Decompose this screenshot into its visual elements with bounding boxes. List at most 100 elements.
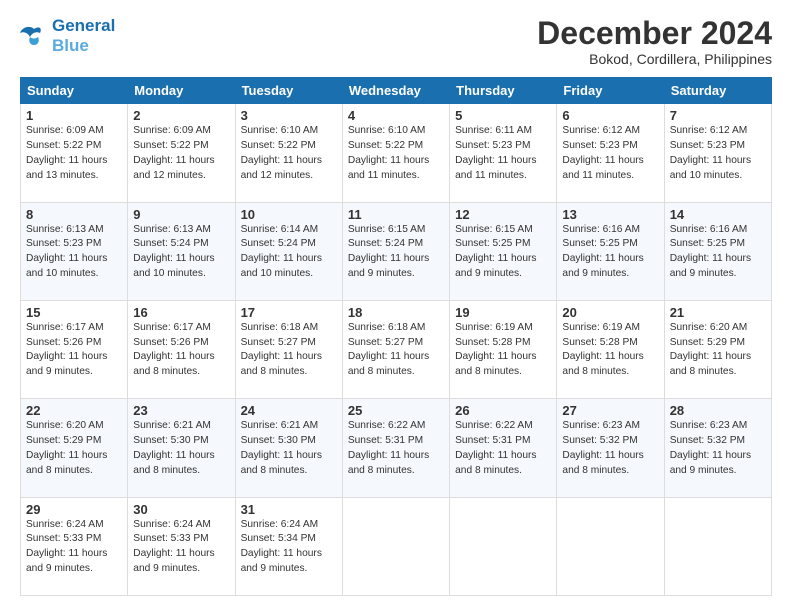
day-info: Sunrise: 6:16 AM Sunset: 5:25 PM Dayligh… — [562, 223, 658, 282]
day-info: Sunrise: 6:12 AM Sunset: 5:23 PM Dayligh… — [670, 124, 766, 183]
daylight-text: Daylight: 11 hours and 8 minutes. — [241, 450, 322, 476]
day-info: Sunrise: 6:17 AM Sunset: 5:26 PM Dayligh… — [26, 321, 122, 380]
day-number: 10 — [241, 207, 337, 222]
sunrise-text: Sunrise: 6:17 AM — [26, 322, 104, 333]
day-number: 1 — [26, 108, 122, 123]
day-info: Sunrise: 6:23 AM Sunset: 5:32 PM Dayligh… — [562, 419, 658, 478]
sunrise-text: Sunrise: 6:18 AM — [241, 322, 319, 333]
table-row: 31 Sunrise: 6:24 AM Sunset: 5:34 PM Dayl… — [235, 497, 342, 595]
sunrise-text: Sunrise: 6:20 AM — [670, 322, 748, 333]
daylight-text: Daylight: 11 hours and 10 minutes. — [26, 253, 107, 279]
table-row: 21 Sunrise: 6:20 AM Sunset: 5:29 PM Dayl… — [664, 300, 771, 398]
day-info: Sunrise: 6:22 AM Sunset: 5:31 PM Dayligh… — [455, 419, 551, 478]
sunset-text: Sunset: 5:25 PM — [562, 238, 637, 249]
table-row: 3 Sunrise: 6:10 AM Sunset: 5:22 PM Dayli… — [235, 104, 342, 202]
daylight-text: Daylight: 11 hours and 9 minutes. — [670, 450, 751, 476]
table-row: 11 Sunrise: 6:15 AM Sunset: 5:24 PM Dayl… — [342, 202, 449, 300]
table-row — [557, 497, 664, 595]
sunset-text: Sunset: 5:24 PM — [133, 238, 208, 249]
sunrise-text: Sunrise: 6:19 AM — [455, 322, 533, 333]
daylight-text: Daylight: 11 hours and 11 minutes. — [348, 155, 429, 181]
daylight-text: Daylight: 11 hours and 8 minutes. — [562, 351, 643, 377]
sunrise-text: Sunrise: 6:22 AM — [348, 420, 426, 431]
sunset-text: Sunset: 5:34 PM — [241, 533, 316, 544]
day-number: 3 — [241, 108, 337, 123]
day-info: Sunrise: 6:20 AM Sunset: 5:29 PM Dayligh… — [26, 419, 122, 478]
day-info: Sunrise: 6:20 AM Sunset: 5:29 PM Dayligh… — [670, 321, 766, 380]
day-info: Sunrise: 6:18 AM Sunset: 5:27 PM Dayligh… — [348, 321, 444, 380]
table-row: 14 Sunrise: 6:16 AM Sunset: 5:25 PM Dayl… — [664, 202, 771, 300]
sunset-text: Sunset: 5:23 PM — [26, 238, 101, 249]
day-info: Sunrise: 6:14 AM Sunset: 5:24 PM Dayligh… — [241, 223, 337, 282]
sunset-text: Sunset: 5:27 PM — [348, 337, 423, 348]
daylight-text: Daylight: 11 hours and 9 minutes. — [348, 253, 429, 279]
sunrise-text: Sunrise: 6:17 AM — [133, 322, 211, 333]
daylight-text: Daylight: 11 hours and 8 minutes. — [562, 450, 643, 476]
sunrise-text: Sunrise: 6:12 AM — [562, 125, 640, 136]
col-thursday: Thursday — [450, 78, 557, 104]
sunrise-text: Sunrise: 6:16 AM — [562, 224, 640, 235]
sunset-text: Sunset: 5:30 PM — [133, 435, 208, 446]
day-number: 21 — [670, 305, 766, 320]
day-number: 31 — [241, 502, 337, 517]
table-row: 12 Sunrise: 6:15 AM Sunset: 5:25 PM Dayl… — [450, 202, 557, 300]
title-block: December 2024 Bokod, Cordillera, Philipp… — [537, 16, 772, 67]
sunrise-text: Sunrise: 6:24 AM — [133, 519, 211, 530]
calendar-week-row: 29 Sunrise: 6:24 AM Sunset: 5:33 PM Dayl… — [21, 497, 772, 595]
sunrise-text: Sunrise: 6:13 AM — [133, 224, 211, 235]
logo-icon — [20, 25, 48, 47]
table-row: 6 Sunrise: 6:12 AM Sunset: 5:23 PM Dayli… — [557, 104, 664, 202]
sunset-text: Sunset: 5:33 PM — [133, 533, 208, 544]
daylight-text: Daylight: 11 hours and 9 minutes. — [26, 548, 107, 574]
sunrise-text: Sunrise: 6:20 AM — [26, 420, 104, 431]
day-number: 2 — [133, 108, 229, 123]
daylight-text: Daylight: 11 hours and 8 minutes. — [348, 351, 429, 377]
daylight-text: Daylight: 11 hours and 10 minutes. — [670, 155, 751, 181]
table-row: 9 Sunrise: 6:13 AM Sunset: 5:24 PM Dayli… — [128, 202, 235, 300]
sunset-text: Sunset: 5:27 PM — [241, 337, 316, 348]
day-number: 9 — [133, 207, 229, 222]
day-number: 26 — [455, 403, 551, 418]
day-number: 29 — [26, 502, 122, 517]
day-number: 16 — [133, 305, 229, 320]
day-number: 12 — [455, 207, 551, 222]
sunrise-text: Sunrise: 6:15 AM — [455, 224, 533, 235]
daylight-text: Daylight: 11 hours and 8 minutes. — [26, 450, 107, 476]
day-info: Sunrise: 6:16 AM Sunset: 5:25 PM Dayligh… — [670, 223, 766, 282]
table-row: 17 Sunrise: 6:18 AM Sunset: 5:27 PM Dayl… — [235, 300, 342, 398]
table-row — [342, 497, 449, 595]
calendar-body: 1 Sunrise: 6:09 AM Sunset: 5:22 PM Dayli… — [21, 104, 772, 596]
table-row: 24 Sunrise: 6:21 AM Sunset: 5:30 PM Dayl… — [235, 399, 342, 497]
sunset-text: Sunset: 5:23 PM — [562, 140, 637, 151]
day-number: 4 — [348, 108, 444, 123]
table-row: 28 Sunrise: 6:23 AM Sunset: 5:32 PM Dayl… — [664, 399, 771, 497]
sunrise-text: Sunrise: 6:12 AM — [670, 125, 748, 136]
table-row: 13 Sunrise: 6:16 AM Sunset: 5:25 PM Dayl… — [557, 202, 664, 300]
sunset-text: Sunset: 5:24 PM — [241, 238, 316, 249]
daylight-text: Daylight: 11 hours and 9 minutes. — [455, 253, 536, 279]
sunset-text: Sunset: 5:28 PM — [562, 337, 637, 348]
daylight-text: Daylight: 11 hours and 8 minutes. — [455, 351, 536, 377]
table-row: 29 Sunrise: 6:24 AM Sunset: 5:33 PM Dayl… — [21, 497, 128, 595]
table-row: 16 Sunrise: 6:17 AM Sunset: 5:26 PM Dayl… — [128, 300, 235, 398]
calendar-title: December 2024 — [537, 16, 772, 51]
sunset-text: Sunset: 5:31 PM — [455, 435, 530, 446]
sunrise-text: Sunrise: 6:10 AM — [241, 125, 319, 136]
daylight-text: Daylight: 11 hours and 9 minutes. — [241, 548, 322, 574]
col-monday: Monday — [128, 78, 235, 104]
sunset-text: Sunset: 5:24 PM — [348, 238, 423, 249]
day-info: Sunrise: 6:10 AM Sunset: 5:22 PM Dayligh… — [241, 124, 337, 183]
sunrise-text: Sunrise: 6:15 AM — [348, 224, 426, 235]
day-number: 20 — [562, 305, 658, 320]
col-sunday: Sunday — [21, 78, 128, 104]
sunrise-text: Sunrise: 6:19 AM — [562, 322, 640, 333]
daylight-text: Daylight: 11 hours and 8 minutes. — [133, 450, 214, 476]
table-row: 5 Sunrise: 6:11 AM Sunset: 5:23 PM Dayli… — [450, 104, 557, 202]
logo: General Blue — [20, 16, 115, 55]
col-friday: Friday — [557, 78, 664, 104]
calendar-week-row: 1 Sunrise: 6:09 AM Sunset: 5:22 PM Dayli… — [21, 104, 772, 202]
table-row: 2 Sunrise: 6:09 AM Sunset: 5:22 PM Dayli… — [128, 104, 235, 202]
sunset-text: Sunset: 5:23 PM — [455, 140, 530, 151]
sunrise-text: Sunrise: 6:21 AM — [241, 420, 319, 431]
calendar-week-row: 15 Sunrise: 6:17 AM Sunset: 5:26 PM Dayl… — [21, 300, 772, 398]
